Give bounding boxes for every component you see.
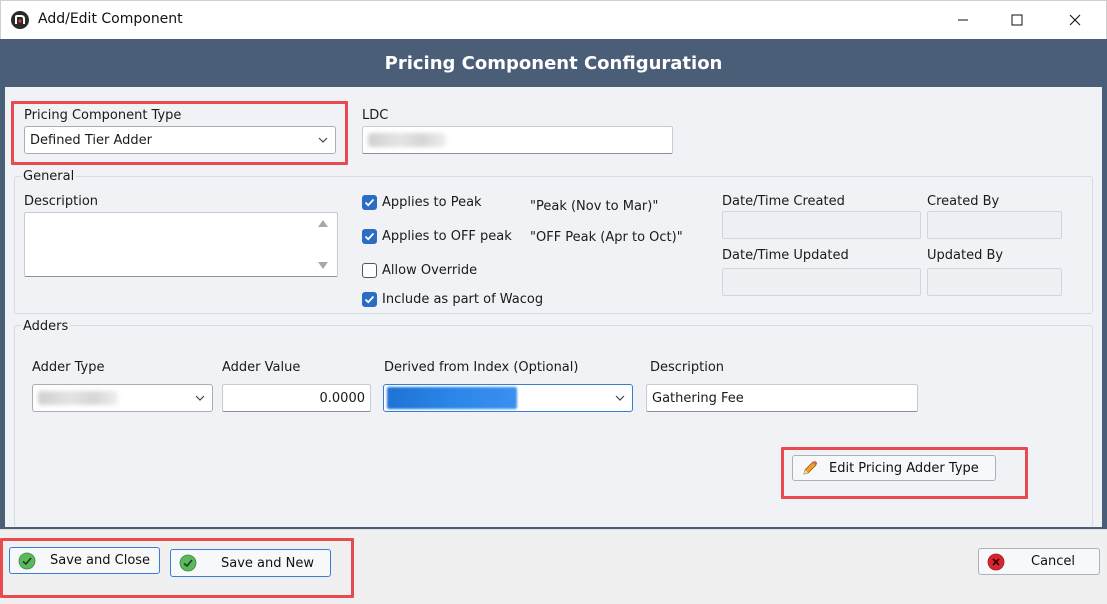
applies-offpeak-label: Applies to OFF peak bbox=[382, 229, 512, 244]
highlight-save-buttons bbox=[0, 538, 354, 598]
description-textarea[interactable] bbox=[24, 212, 338, 277]
checkbox-unchecked-icon bbox=[362, 263, 377, 278]
adder-value: 0.0000 bbox=[319, 390, 366, 406]
updated-label: Date/Time Updated bbox=[722, 248, 849, 263]
updated-by-field bbox=[927, 268, 1062, 296]
app-logo-icon bbox=[10, 10, 30, 30]
checkbox-checked-icon bbox=[362, 229, 377, 244]
cancel-x-icon bbox=[987, 553, 1005, 570]
include-wacog-label: Include as part of Wacog bbox=[382, 292, 544, 307]
allow-override-checkbox[interactable]: Allow Override bbox=[362, 263, 477, 278]
peak-note: "Peak (Nov to Mar)" bbox=[530, 199, 659, 214]
ldc-input[interactable] bbox=[362, 126, 673, 154]
adder-value-input[interactable]: 0.0000 bbox=[222, 384, 371, 412]
applies-peak-checkbox[interactable]: Applies to Peak bbox=[362, 195, 482, 210]
close-icon bbox=[1069, 14, 1081, 26]
highlight-component-type bbox=[11, 101, 348, 165]
cancel-button[interactable]: Cancel bbox=[978, 548, 1100, 575]
close-window-button[interactable] bbox=[1062, 8, 1088, 32]
general-group-label: General bbox=[21, 169, 77, 184]
created-label: Date/Time Created bbox=[722, 194, 845, 209]
created-by-field bbox=[927, 211, 1062, 239]
applies-offpeak-checkbox[interactable]: Applies to OFF peak bbox=[362, 229, 512, 244]
ldc-label: LDC bbox=[362, 108, 389, 123]
updated-by-label: Updated By bbox=[927, 248, 1004, 263]
updated-field bbox=[722, 268, 921, 296]
adder-description-label: Description bbox=[650, 360, 725, 375]
created-by-label: Created By bbox=[927, 194, 1000, 209]
include-wacog-checkbox[interactable]: Include as part of Wacog bbox=[362, 292, 543, 307]
chevron-down-icon bbox=[615, 395, 625, 401]
checkbox-checked-icon bbox=[362, 195, 377, 210]
adder-description-value: Gathering Fee bbox=[652, 390, 744, 406]
scroll-up-icon[interactable] bbox=[318, 220, 328, 227]
derived-index-label: Derived from Index (Optional) bbox=[384, 360, 579, 375]
adder-type-select[interactable] bbox=[32, 384, 213, 412]
adders-group-label: Adders bbox=[21, 319, 71, 334]
redacted-ldc-value bbox=[368, 133, 446, 147]
adder-description-input[interactable]: Gathering Fee bbox=[646, 384, 918, 412]
cancel-label: Cancel bbox=[1031, 554, 1076, 569]
created-field bbox=[722, 211, 921, 239]
highlight-edit-adder bbox=[781, 447, 1028, 499]
maximize-icon bbox=[1011, 14, 1023, 26]
page-title: Pricing Component Configuration bbox=[384, 52, 723, 74]
scroll-down-icon[interactable] bbox=[318, 262, 328, 269]
allow-override-label: Allow Override bbox=[382, 263, 478, 278]
maximize-button[interactable] bbox=[1004, 8, 1030, 32]
chevron-down-icon bbox=[195, 395, 205, 401]
description-label: Description bbox=[24, 194, 99, 209]
minimize-icon bbox=[958, 19, 968, 21]
checkbox-checked-icon bbox=[362, 292, 377, 307]
window-title: Add/Edit Component bbox=[38, 11, 183, 27]
redacted-derived-index bbox=[387, 387, 517, 409]
minimize-button[interactable] bbox=[950, 8, 976, 32]
offpeak-note: "OFF Peak (Apr to Oct)" bbox=[530, 230, 683, 245]
derived-index-select[interactable] bbox=[383, 384, 633, 412]
applies-peak-label: Applies to Peak bbox=[382, 195, 482, 210]
redacted-adder-type bbox=[38, 391, 118, 405]
adder-value-label: Adder Value bbox=[222, 360, 301, 375]
adder-type-label: Adder Type bbox=[32, 360, 105, 375]
